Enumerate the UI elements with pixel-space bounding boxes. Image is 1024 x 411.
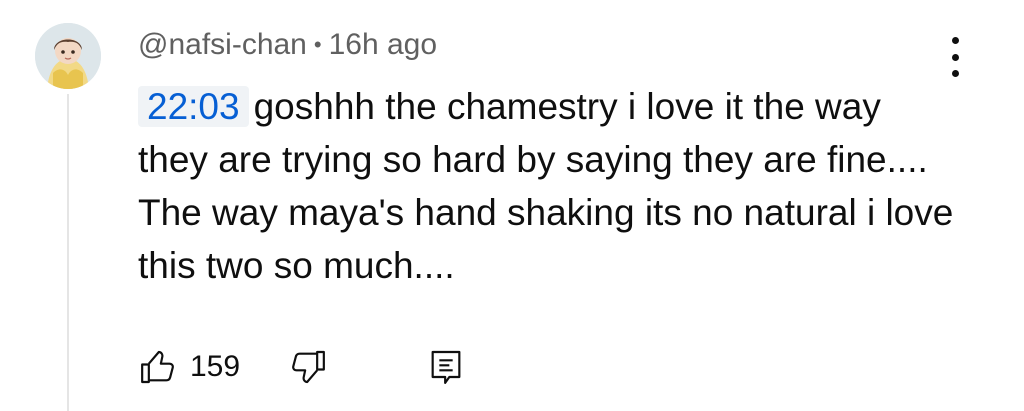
dislike-button[interactable] <box>288 347 328 387</box>
comment-item: @nafsi-chan • 16h ago 22:03 goshhh the ch… <box>0 0 1024 411</box>
avatar-image <box>35 23 101 89</box>
timestamp-link[interactable]: 22:03 <box>138 86 249 127</box>
more-actions-button[interactable] <box>940 37 970 77</box>
more-vertical-icon <box>951 37 959 44</box>
reply-button[interactable] <box>426 347 466 387</box>
author-name[interactable]: @nafsi-chan <box>138 26 307 64</box>
comment-text: 22:03 goshhh the chamestry i love it the … <box>138 80 958 292</box>
thumbs-down-icon <box>292 350 325 384</box>
avatar[interactable] <box>35 23 101 89</box>
meta-separator: • <box>313 32 322 57</box>
like-count: 159 <box>190 350 241 383</box>
comment-header: @nafsi-chan • 16h ago <box>138 26 437 64</box>
reply-comment-icon <box>431 350 461 384</box>
like-button[interactable]: 159 <box>138 347 240 387</box>
time-ago: 16h ago <box>328 28 438 61</box>
comment-body: goshhh the chamestry i love it the way t… <box>138 86 954 286</box>
thumbs-up-icon <box>141 350 174 384</box>
thread-line <box>67 94 69 411</box>
comment-actions: 159 <box>138 345 466 389</box>
